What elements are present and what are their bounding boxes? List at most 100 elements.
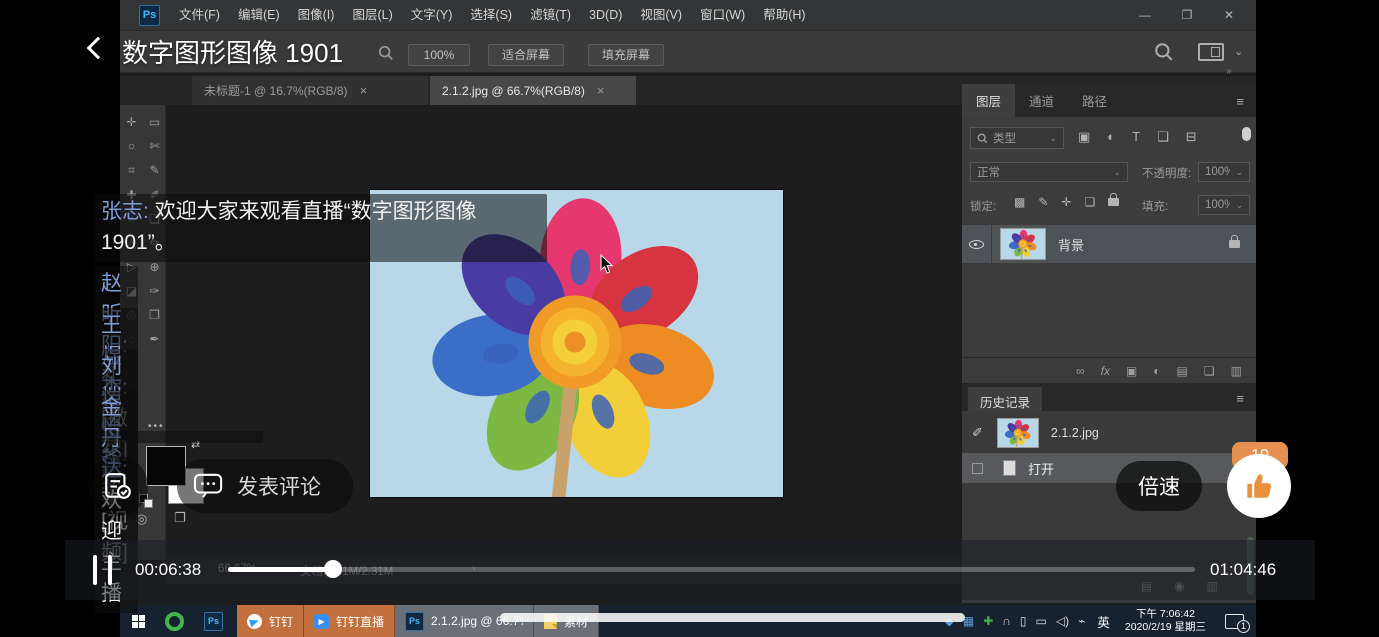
lock-all-icon[interactable] <box>1108 198 1119 206</box>
link-icon[interactable]: ∞ <box>1076 364 1085 378</box>
dodge-tool-icon[interactable]: ⊕ <box>149 260 159 274</box>
text-tool-icon[interactable]: ✑ <box>149 284 159 298</box>
adjustment-layer-icon[interactable]: ◐ <box>1153 364 1160 378</box>
marquee-tool-icon[interactable]: ▭ <box>149 115 160 129</box>
shape-tool-icon[interactable]: ❐ <box>149 308 160 322</box>
task-dingtalk[interactable]: 钉钉 <box>237 605 304 637</box>
menu-help[interactable]: 帮助(H) <box>754 0 814 30</box>
playback-speed-button[interactable]: 倍速 <box>1116 461 1202 511</box>
history-snapshot-row[interactable]: ✐ 2.1.2.jpg <box>962 415 1256 451</box>
minimize-button[interactable]: — <box>1124 8 1166 22</box>
device-icon[interactable]: ▭ <box>1036 615 1047 627</box>
doc-tab-untitled[interactable]: 未标题-1 @ 16.7%(RGB/8) × <box>192 76 428 105</box>
lock-move-icon[interactable]: ✛ <box>1061 195 1071 209</box>
new-layer-icon[interactable]: ❏ <box>1204 364 1215 378</box>
tab-channels[interactable]: 通道 <box>1015 84 1068 117</box>
chat-username[interactable]: 张志: <box>101 200 149 223</box>
progress-track[interactable] <box>228 567 1195 572</box>
filter-image-icon[interactable]: ▣ <box>1078 129 1090 145</box>
like-button[interactable] <box>1227 454 1291 518</box>
pause-button[interactable] <box>93 555 112 585</box>
lock-artboard-icon[interactable]: ❏ <box>1084 195 1095 209</box>
doc-tab-212jpg[interactable]: 2.1.2.jpg @ 66.7%(RGB/8) × <box>430 76 636 105</box>
menu-layer[interactable]: 图层(L) <box>343 0 401 30</box>
fit-screen-button[interactable]: 适合屏幕 <box>488 44 564 66</box>
restore-button[interactable]: ❐ <box>1166 8 1208 22</box>
workspace-icon[interactable] <box>1198 43 1224 61</box>
menu-3d[interactable]: 3D(D) <box>580 0 631 30</box>
eyedropper-tool-icon[interactable]: ✎ <box>149 163 159 178</box>
lock-paint-icon[interactable]: ✎ <box>1038 195 1048 209</box>
tab-paths[interactable]: 路径 <box>1068 84 1121 117</box>
layer-fx-icon[interactable]: fx <box>1101 364 1110 378</box>
back-button[interactable] <box>87 37 110 60</box>
opacity-dropdown[interactable]: 100% ⌄ <box>1198 162 1250 182</box>
filter-shape-icon[interactable]: ❏ <box>1157 129 1169 145</box>
ps-panels: 图层 通道 路径 ≡ 类型 ⌄ ▣ ◐ T ❏ ⊟ <box>962 85 1256 603</box>
visibility-cell[interactable] <box>962 225 992 263</box>
mouse-cursor-icon <box>600 254 614 279</box>
usb-icon[interactable]: ▯ <box>1020 615 1027 627</box>
home-indicator <box>500 613 965 622</box>
lock-transparent-icon[interactable]: ▩ <box>1014 195 1025 209</box>
task-dingtalk-live[interactable]: ▶ 钉钉直播 <box>304 605 395 637</box>
layer-row-background[interactable]: 背景 <box>962 225 1256 263</box>
actual-size-button[interactable]: 100% <box>408 44 470 66</box>
close-tab-icon[interactable]: × <box>360 83 368 98</box>
system-tray: ◆ ▦ ✚ ∩ ▯ ▭ ◁) ⌁ 英 下午 7:06:42 2020/2/19 … <box>945 608 1244 634</box>
menu-view[interactable]: 视图(V) <box>631 0 691 30</box>
panel-menu-icon[interactable]: ≡ <box>1236 94 1244 109</box>
search-icon[interactable] <box>1154 42 1174 67</box>
lasso-tool-icon[interactable]: ○ <box>128 139 135 153</box>
eye-icon[interactable] <box>969 237 985 251</box>
fill-dropdown[interactable]: 100% ⌄ <box>1198 195 1250 215</box>
fill-screen-button[interactable]: 填充屏幕 <box>588 44 664 66</box>
progress-handle[interactable] <box>324 560 342 578</box>
menu-type[interactable]: 文字(Y) <box>402 0 462 30</box>
filter-adjustment-icon[interactable]: ◐ <box>1107 129 1115 145</box>
close-button[interactable]: ✕ <box>1208 8 1250 22</box>
security-icon[interactable]: ✚ <box>983 615 993 627</box>
delete-layer-icon[interactable]: ▥ <box>1231 364 1242 378</box>
speaker-icon[interactable]: ◁) <box>1056 615 1069 627</box>
filter-type-icon[interactable]: T <box>1132 129 1140 145</box>
history-checkbox[interactable] <box>972 463 983 474</box>
input-language[interactable]: 英 <box>1097 612 1110 631</box>
filter-type-label: 类型 <box>993 130 1044 146</box>
default-colors-icon[interactable] <box>144 499 153 508</box>
paperclip-icon[interactable]: ⌁ <box>1078 615 1085 627</box>
photoshop-taskbar-icon[interactable]: Ps <box>204 612 223 631</box>
browser-icon[interactable] <box>165 612 184 631</box>
crop-tool-icon[interactable]: ⌗ <box>128 163 135 178</box>
live-tasks-button[interactable] <box>88 456 148 516</box>
notification-icon[interactable]: 1 <box>1225 614 1244 629</box>
comment-input[interactable]: 发表评论 <box>177 459 353 513</box>
zoom-tool-icon[interactable]: ✒ <box>149 332 159 346</box>
menu-file[interactable]: 文件(F) <box>170 0 229 30</box>
move-tool-icon[interactable]: ✛ <box>126 115 136 129</box>
blend-mode-dropdown[interactable]: 正常 ⌄ <box>970 162 1128 182</box>
menu-select[interactable]: 选择(S) <box>461 0 521 30</box>
filter-smartobject-icon[interactable]: ⊟ <box>1186 129 1197 145</box>
layer-mask-icon[interactable]: ▣ <box>1126 364 1137 378</box>
close-tab-icon[interactable]: × <box>597 83 605 98</box>
filter-toggle-icon[interactable] <box>1242 127 1251 141</box>
tab-layers[interactable]: 图层 <box>962 84 1015 117</box>
menu-edit[interactable]: 编辑(E) <box>229 0 289 30</box>
clock[interactable]: 下午 7:06:42 2020/2/19 星期三 <box>1125 608 1206 634</box>
panel-menu-icon[interactable]: ≡ <box>1236 391 1244 406</box>
menu-filter[interactable]: 滤镜(T) <box>521 0 580 30</box>
wifi-icon[interactable]: ∩ <box>1002 615 1011 627</box>
group-icon[interactable]: ▤ <box>1177 364 1188 378</box>
history-brush-icon[interactable]: ✐ <box>972 425 983 441</box>
layer-name: 背景 <box>1058 235 1084 254</box>
layer-filter-dropdown[interactable]: 类型 ⌄ <box>970 127 1064 149</box>
menu-image[interactable]: 图像(I) <box>289 0 344 30</box>
history-step-open[interactable]: 打开 <box>962 453 1256 483</box>
layer-thumbnail[interactable] <box>1000 228 1046 260</box>
screen-mode-icon[interactable]: ❐ <box>174 510 186 526</box>
quickselect-tool-icon[interactable]: ✄ <box>149 139 159 153</box>
menu-window[interactable]: 窗口(W) <box>691 0 754 30</box>
chevron-down-icon[interactable]: ⌄ <box>1234 45 1243 58</box>
start-button[interactable] <box>132 615 145 628</box>
